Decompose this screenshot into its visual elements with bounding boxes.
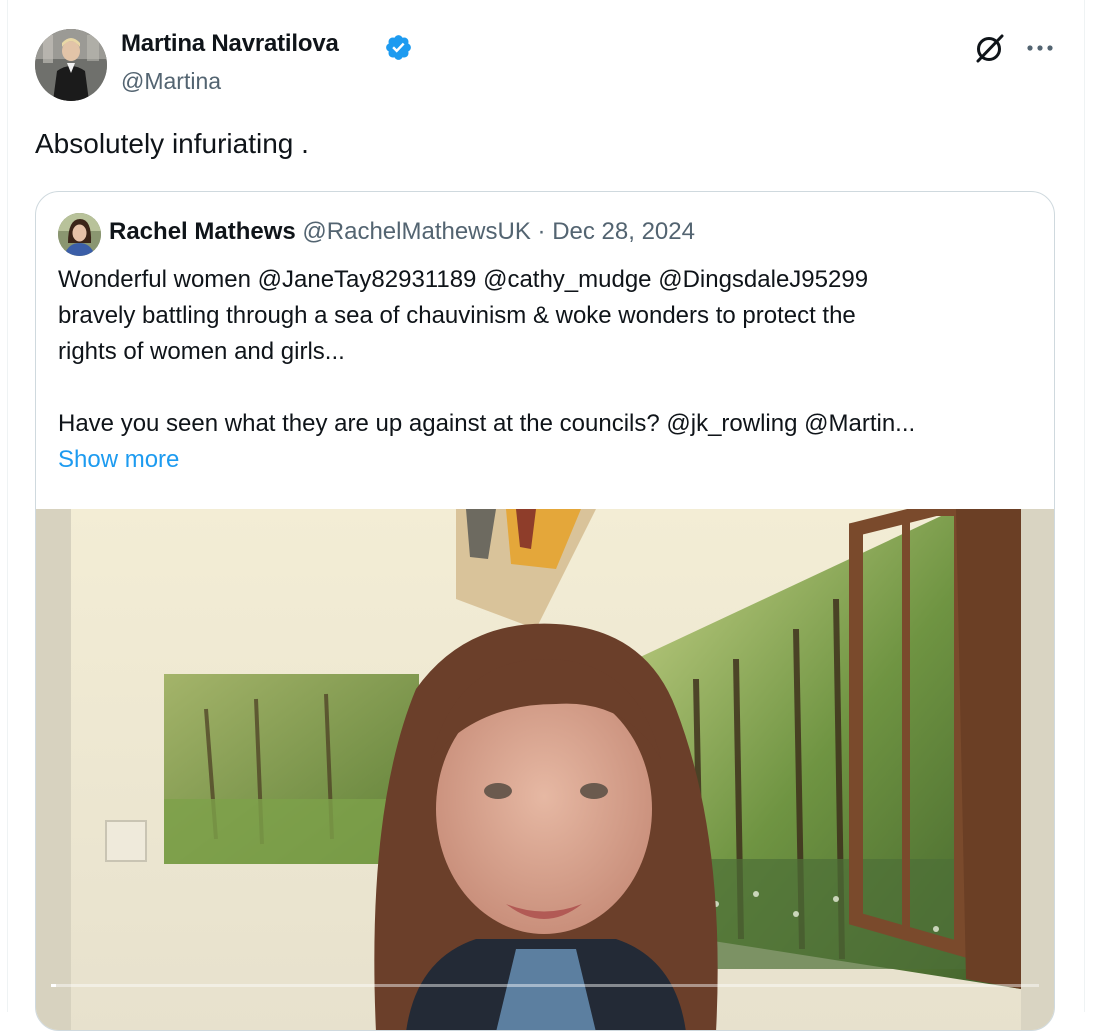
quoted-tweet-text: Wonderful women @JaneTay82931189 @cathy_… xyxy=(58,262,1048,478)
quoted-tweet-card[interactable]: Rachel Mathews @RachelMathewsUK · Dec 28… xyxy=(35,191,1055,1031)
quoted-text-line: Have you seen what they are up against a… xyxy=(58,410,916,437)
verified-badge-icon[interactable] xyxy=(384,33,413,62)
grok-icon[interactable] xyxy=(972,30,1008,66)
video-progress-bar[interactable] xyxy=(51,984,1039,987)
author-name[interactable]: Martina Navratilova xyxy=(121,30,339,58)
timeline-left-border xyxy=(7,0,8,1012)
more-options-icon[interactable] xyxy=(1025,33,1055,63)
quoted-tweet-date[interactable]: Dec 28, 2024 xyxy=(552,218,695,245)
video-player[interactable] xyxy=(36,509,1054,1030)
quoted-author-avatar-image xyxy=(58,213,101,256)
quoted-text-line: bravely battling through a sea of chauvi… xyxy=(58,302,856,329)
quoted-author-handle[interactable]: @RachelMathewsUK xyxy=(302,218,530,245)
timeline-right-border xyxy=(1084,0,1085,1012)
header-separator: · xyxy=(537,218,546,245)
quoted-author-avatar[interactable] xyxy=(58,213,101,256)
tweet-text: Absolutely infuriating . xyxy=(35,128,309,159)
author-avatar-image xyxy=(35,29,107,101)
quoted-author-name[interactable]: Rachel Mathews xyxy=(109,218,296,245)
quoted-text-line: Wonderful women @JaneTay82931189 @cathy_… xyxy=(58,266,869,293)
video-progress-fill xyxy=(51,984,56,987)
quoted-text-line: rights of women and girls... xyxy=(58,338,345,365)
quoted-tweet-header: Rachel Mathews @RachelMathewsUK · Dec 28… xyxy=(109,218,695,246)
video-frame xyxy=(36,509,1054,1030)
author-handle[interactable]: @Martina xyxy=(121,68,221,95)
author-avatar[interactable] xyxy=(35,29,107,101)
show-more-link[interactable]: Show more xyxy=(58,442,1048,478)
